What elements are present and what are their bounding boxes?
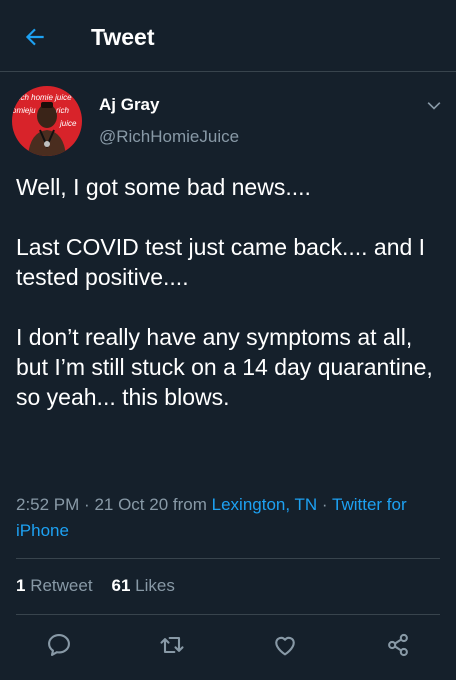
page-title: Tweet <box>91 24 155 50</box>
action-bar <box>0 627 456 667</box>
divider <box>16 614 440 615</box>
top-bar: Tweet <box>0 0 456 72</box>
svg-text:omieju: omieju <box>12 106 36 115</box>
avatar[interactable]: rich homie juice omieju rich juice <box>12 86 82 156</box>
likes-count: 61 <box>111 576 131 595</box>
retweet-icon[interactable] <box>158 631 186 659</box>
likes-label: Likes <box>135 576 175 595</box>
tweet-date: 21 Oct 20 <box>94 495 169 514</box>
svg-text:rich: rich <box>56 106 69 115</box>
tweet-stats: 1 Retweet 61 Likes <box>16 574 175 598</box>
author-handle[interactable]: @RichHomieJuice <box>99 127 239 147</box>
share-icon[interactable] <box>384 631 412 659</box>
retweets-label: Retweet <box>30 576 93 595</box>
back-button[interactable] <box>20 22 50 52</box>
retweets-count: 1 <box>16 576 26 595</box>
from-label: from <box>172 495 207 514</box>
location-link[interactable]: Lexington, TN <box>212 495 318 514</box>
avatar-lettering: rich homie juice <box>16 93 72 102</box>
tweet-paragraph: Well, I got some bad news.... <box>16 174 311 200</box>
tweet-meta: 2:52 PM · 21 Oct 20 from Lexington, TN ·… <box>16 492 444 544</box>
author-display-name[interactable]: Aj Gray <box>99 95 159 115</box>
divider <box>16 558 440 559</box>
meta-separator: · <box>84 495 90 514</box>
chevron-down-icon[interactable] <box>424 96 444 116</box>
retweets-stat[interactable]: 1 Retweet <box>16 576 93 595</box>
tweet-time: 2:52 PM <box>16 495 80 514</box>
svg-text:juice: juice <box>59 119 77 128</box>
reply-icon[interactable] <box>45 631 73 659</box>
tweet-paragraph: I don’t really have any symptoms at all,… <box>16 324 433 410</box>
meta-separator: · <box>321 495 328 514</box>
tweet-paragraph: Last COVID test just came back.... and I… <box>16 234 426 290</box>
tweet-text: Well, I got some bad news.... Last COVID… <box>16 172 444 412</box>
arrow-left-icon <box>25 28 44 46</box>
like-icon[interactable] <box>271 631 299 659</box>
likes-stat[interactable]: 61 Likes <box>111 576 174 595</box>
